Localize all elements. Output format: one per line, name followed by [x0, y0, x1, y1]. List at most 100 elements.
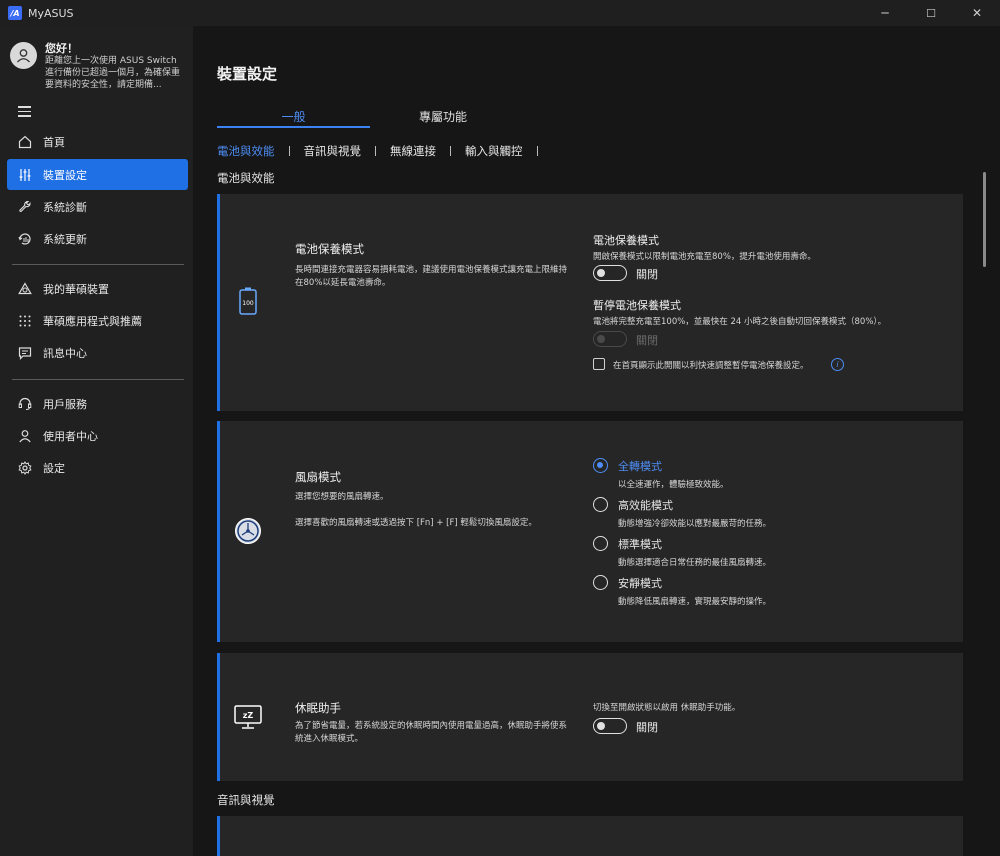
- fan-option-performance-radio[interactable]: [593, 497, 608, 512]
- gear-icon: [7, 452, 43, 483]
- fan-option-full-speed-radio[interactable]: [593, 458, 608, 473]
- tab-exclusive[interactable]: 專屬功能: [388, 108, 498, 125]
- minimize-button[interactable]: ─: [862, 0, 908, 26]
- fan-option-full-speed-label[interactable]: 全轉模式: [618, 458, 662, 474]
- sleep-assistant-toggle[interactable]: [593, 718, 627, 734]
- myasus-logo-icon: /A: [8, 6, 22, 20]
- sidebar-item-label: 裝置設定: [43, 168, 87, 182]
- wrench-icon: [7, 191, 43, 222]
- app-title: MyASUS: [28, 6, 74, 20]
- battery-care-toggle[interactable]: [593, 265, 627, 281]
- sidebar-item-label: 用戶服務: [43, 397, 87, 411]
- sidebar-item-device-settings[interactable]: 裝置設定: [7, 159, 188, 190]
- sub-navigation: 電池與效能 音訊與視覺 無線連接 輸入與觸控: [217, 143, 552, 159]
- fan-option-full-speed-desc: 以全速運作，體驗極致效能。: [618, 480, 729, 490]
- sidebar-item-label: 我的華碩裝置: [43, 282, 109, 296]
- sleep-assistant-card: zZ 休眠助手 為了節省電量，若系統設定的休眠時間內使用電量過高，休眠助手將使系…: [217, 653, 963, 781]
- menu-icon[interactable]: [18, 106, 31, 117]
- scrollbar[interactable]: [983, 172, 986, 267]
- fan-mode-description: 選擇您想要的風扇轉速。: [295, 492, 389, 502]
- fan-mode-shortcut-description: 選擇喜歡的風扇轉速或透過按下 [Fn] + [F] 輕鬆切換風扇設定。: [295, 518, 537, 528]
- sidebar-item-label: 訊息中心: [43, 346, 87, 360]
- battery-icon: 100: [234, 287, 262, 315]
- subnav-input[interactable]: 輸入與觸控: [465, 143, 523, 159]
- greeting: 您好！: [45, 42, 78, 55]
- section-title-audio-visual: 音訊與視覺: [217, 793, 275, 807]
- fan-option-performance-desc: 動態增強冷卻效能以應對最嚴苛的任務。: [618, 519, 772, 529]
- message-icon: [7, 337, 43, 368]
- pause-battery-care-toggle-state: 關閉: [636, 334, 658, 347]
- fan-mode-title: 風扇模式: [295, 470, 341, 484]
- pause-battery-care-desc: 電池將完整充電至100%，並最快在 24 小時之後自動切回保養模式（80%）。: [593, 317, 887, 327]
- sidebar-item-label: 使用者中心: [43, 429, 98, 443]
- fan-option-whisper-label[interactable]: 安靜模式: [618, 575, 662, 591]
- sidebar-item-label: 系統診斷: [43, 200, 87, 214]
- subnav-battery[interactable]: 電池與效能: [217, 143, 275, 159]
- backup-reminder[interactable]: 距離您上一次使用 ASUS Switch 進行備份已超過一個月，為確保重要資料的…: [45, 55, 185, 91]
- battery-care-title: 電池保養模式: [295, 242, 364, 256]
- svg-text:100: 100: [242, 300, 254, 307]
- sidebar-item-message-center[interactable]: 訊息中心: [7, 337, 188, 368]
- sidebar-item-diagnosis[interactable]: 系統診斷: [7, 191, 188, 222]
- section-title-battery: 電池與效能: [217, 171, 275, 185]
- battery-care-option-desc: 開啟保養模式以限制電池充電至80%，提升電池使用壽命。: [593, 252, 816, 262]
- sidebar-item-label: 系統更新: [43, 232, 87, 246]
- apps-grid-icon: [7, 305, 43, 336]
- fan-option-whisper-desc: 動態降低風扇轉速，實現最安靜的操作。: [618, 597, 772, 607]
- devices-icon: [7, 273, 43, 304]
- sleep-assistant-option-desc: 切換至開啟狀態以啟用 休眠助手功能。: [593, 703, 741, 713]
- maximize-button[interactable]: ☐: [908, 0, 954, 26]
- subnav-audio-visual[interactable]: 音訊與視覺: [304, 143, 362, 159]
- sidebar-divider: [12, 264, 184, 265]
- subnav-separator: [375, 146, 376, 156]
- subnav-wireless[interactable]: 無線連接: [390, 143, 436, 159]
- user-icon: [7, 420, 43, 451]
- avatar-icon[interactable]: [10, 42, 37, 69]
- tab-general[interactable]: 一般: [217, 108, 370, 125]
- sidebar-divider: [12, 379, 184, 380]
- fan-option-standard-label[interactable]: 標準模式: [618, 536, 662, 552]
- sidebar-item-apps[interactable]: 華碩應用程式與推薦: [7, 305, 188, 336]
- sidebar-item-customer-service[interactable]: 用戶服務: [7, 388, 188, 419]
- sidebar-item-home[interactable]: 首頁: [7, 126, 188, 157]
- pause-battery-care-title: 暫停電池保養模式: [593, 299, 681, 312]
- battery-care-option-title: 電池保養模式: [593, 234, 659, 247]
- fan-option-standard-radio[interactable]: [593, 536, 608, 551]
- title-bar: /A MyASUS ─ ☐ ✕: [0, 0, 1000, 26]
- subnav-separator: [288, 146, 290, 156]
- window-controls: ─ ☐ ✕: [862, 0, 1000, 26]
- show-on-home-label: 在首頁顯示此開關以利快速調整暫停電池保養設定。: [613, 361, 809, 371]
- sidebar: 您好！ 距離您上一次使用 ASUS Switch 進行備份已超過一個月，為確保重…: [0, 26, 193, 856]
- fan-option-whisper-radio[interactable]: [593, 575, 608, 590]
- update-icon: [7, 223, 43, 254]
- sidebar-item-system-update[interactable]: 系統更新: [7, 223, 188, 254]
- page-title: 裝置設定: [217, 65, 278, 83]
- main-content: 裝置設定 一般 專屬功能 電池與效能 音訊與視覺 無線連接 輸入與觸控 電池與效…: [193, 26, 1000, 856]
- battery-care-card: 100 電池保養模式 長時間連接充電器容易損耗電池，建議使用電池保養模式讓充電上…: [217, 194, 963, 411]
- fan-option-standard-desc: 動態選擇適合日常任務的最佳風扇轉速。: [618, 558, 772, 568]
- fan-option-performance-label[interactable]: 高效能模式: [618, 497, 673, 513]
- sliders-icon: [7, 159, 43, 190]
- battery-care-toggle-state: 關閉: [636, 268, 658, 281]
- sidebar-item-label: 首頁: [43, 135, 65, 149]
- home-icon: [7, 126, 43, 157]
- pause-battery-care-toggle[interactable]: [593, 331, 627, 347]
- info-icon[interactable]: i: [831, 358, 844, 371]
- headset-icon: [7, 388, 43, 419]
- sleep-assistant-description: 為了節省電量，若系統設定的休眠時間內使用電量過高，休眠助手將使系統進入休眠模式。: [295, 721, 568, 744]
- svg-text:zZ: zZ: [243, 711, 254, 720]
- close-button[interactable]: ✕: [954, 0, 1000, 26]
- fan-icon: [234, 517, 262, 545]
- sleep-assistant-toggle-state: 關閉: [636, 721, 658, 734]
- sleep-monitor-icon: zZ: [234, 704, 262, 732]
- subnav-separator: [450, 146, 451, 156]
- tab-underline: [217, 126, 370, 128]
- subnav-separator: [536, 146, 538, 156]
- sidebar-item-settings[interactable]: 設定: [7, 452, 188, 483]
- fan-mode-card: 風扇模式 選擇您想要的風扇轉速。 選擇喜歡的風扇轉速或透過按下 [Fn] + […: [217, 421, 963, 642]
- sleep-assistant-title: 休眠助手: [295, 701, 341, 715]
- sidebar-item-label: 設定: [43, 461, 65, 475]
- show-on-home-checkbox[interactable]: [593, 358, 605, 370]
- sidebar-item-my-devices[interactable]: 我的華碩裝置: [7, 273, 188, 304]
- sidebar-item-user-center[interactable]: 使用者中心: [7, 420, 188, 451]
